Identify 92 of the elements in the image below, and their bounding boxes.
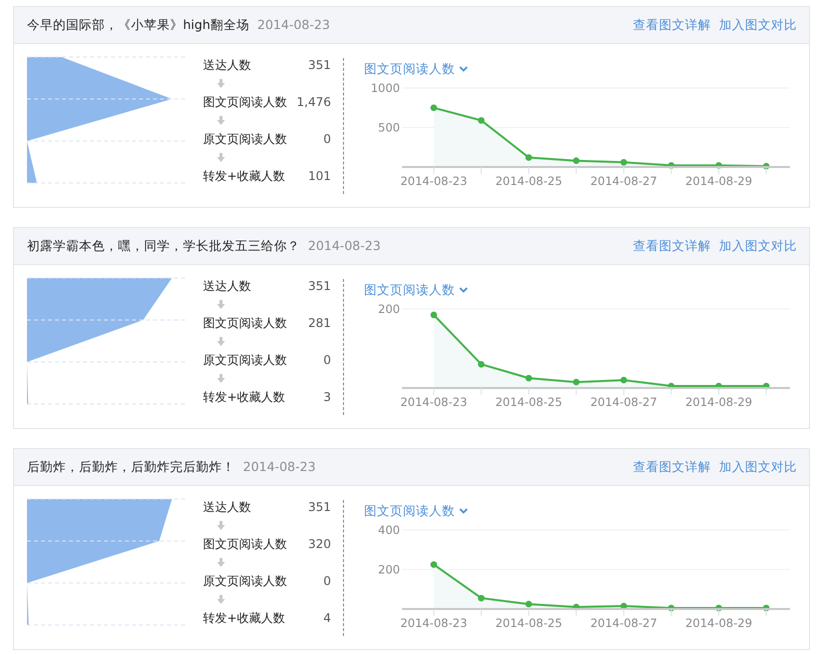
data-point [478, 116, 485, 124]
article-title: 初露学霸本色，嘿，同学，学长批发五三给你？ [27, 236, 300, 255]
article-date: 2014-08-23 [257, 16, 330, 34]
down-arrow-icon [217, 337, 225, 346]
data-point [478, 594, 485, 602]
data-point [715, 604, 722, 612]
x-tick-label: 2014-08-25 [495, 174, 562, 188]
funnel-value: 3 [323, 389, 331, 406]
x-tick-label: 2014-08-29 [685, 616, 752, 630]
data-point [525, 374, 532, 382]
funnel-value: 0 [323, 131, 331, 148]
header-link[interactable]: 加入图文对比 [719, 16, 797, 34]
data-point [620, 158, 628, 166]
data-point [478, 360, 485, 368]
data-point [762, 382, 770, 390]
x-tick-label: 2014-08-25 [495, 394, 562, 409]
down-arrow-icon [217, 116, 225, 125]
chevron-down-icon [459, 287, 468, 294]
y-tick-label: 200 [378, 302, 400, 316]
down-arrow-icon [217, 300, 225, 309]
x-tick-label: 2014-08-29 [685, 174, 752, 188]
x-tick-label: 2014-08-27 [590, 394, 658, 409]
funnel-value: 281 [308, 315, 331, 332]
funnel-value: 351 [308, 57, 331, 74]
data-point [572, 157, 580, 164]
funnel-value: 1,476 [296, 94, 331, 111]
down-arrow-icon [217, 521, 225, 530]
funnel-label: 原文页阅读人数 [203, 352, 287, 369]
data-point [430, 561, 438, 568]
funnel-label: 原文页阅读人数 [203, 573, 287, 590]
funnel-value: 351 [308, 278, 331, 295]
funnel-label: 送达人数 [203, 499, 251, 516]
y-tick-label: 200 [378, 562, 400, 576]
x-tick-label: 2014-08-27 [590, 616, 658, 630]
down-arrow-icon [217, 79, 225, 88]
article-title: 后勤炸，后勤炸，后勤炸完后勤炸！ [27, 458, 235, 476]
funnel-label: 送达人数 [203, 57, 251, 74]
funnel-value: 4 [323, 610, 331, 627]
down-arrow-icon [217, 374, 225, 383]
funnel-value: 101 [308, 168, 331, 185]
metric-dropdown[interactable]: 图文页阅读人数 [364, 281, 468, 300]
data-point [525, 154, 532, 161]
x-tick-label: 2014-08-23 [400, 394, 468, 409]
funnel-value: 0 [323, 352, 331, 369]
data-point [668, 162, 675, 168]
funnel-label: 原文页阅读人数 [203, 131, 287, 148]
data-point [762, 604, 770, 612]
x-tick-label: 2014-08-29 [685, 394, 752, 409]
funnel-label: 图文页阅读人数 [203, 94, 287, 111]
chevron-down-icon [459, 508, 468, 514]
y-tick-label: 1000 [370, 80, 400, 95]
header-link[interactable]: 查看图文详解 [633, 236, 711, 256]
data-point [620, 602, 628, 610]
data-point [430, 311, 438, 318]
funnel-label: 送达人数 [203, 278, 251, 295]
funnel-value: 0 [323, 573, 331, 590]
x-tick-label: 2014-08-23 [400, 616, 468, 630]
header-link[interactable]: 加入图文对比 [719, 458, 797, 476]
header-link[interactable]: 查看图文详解 [633, 458, 711, 476]
metric-dropdown[interactable]: 图文页阅读人数 [364, 502, 468, 521]
x-tick-label: 2014-08-23 [400, 174, 468, 188]
y-tick-label: 500 [378, 120, 400, 134]
data-point [525, 600, 532, 608]
funnel-label: 转发+收藏人数 [203, 610, 286, 627]
article-title: 今早的国际部，《小苹果》high翻全场 [27, 16, 250, 34]
funnel-label: 图文页阅读人数 [203, 536, 287, 553]
funnel-label: 图文页阅读人数 [203, 315, 287, 332]
data-point [430, 104, 438, 111]
data-point [715, 382, 722, 390]
down-arrow-icon [217, 558, 225, 567]
funnel-label: 转发+收藏人数 [203, 389, 286, 406]
header-link[interactable]: 加入图文对比 [719, 236, 797, 256]
header-link[interactable]: 查看图文详解 [633, 16, 711, 34]
data-point [762, 162, 770, 170]
article-date: 2014-08-23 [308, 236, 381, 255]
data-point [668, 604, 675, 612]
funnel-value: 351 [308, 499, 331, 516]
data-point [572, 603, 580, 610]
funnel-value: 320 [308, 536, 331, 553]
x-tick-label: 2014-08-25 [495, 616, 562, 630]
y-tick-label: 400 [378, 522, 400, 537]
article-date: 2014-08-23 [243, 458, 316, 476]
down-arrow-icon [217, 153, 225, 162]
data-point [715, 162, 722, 168]
data-point [620, 376, 628, 384]
data-point [668, 382, 675, 390]
data-point [572, 378, 580, 386]
down-arrow-icon [217, 595, 225, 604]
chevron-down-icon [459, 66, 468, 72]
funnel-label: 转发+收藏人数 [203, 168, 286, 185]
x-tick-label: 2014-08-27 [590, 174, 658, 188]
metric-dropdown[interactable]: 图文页阅读人数 [364, 60, 468, 79]
